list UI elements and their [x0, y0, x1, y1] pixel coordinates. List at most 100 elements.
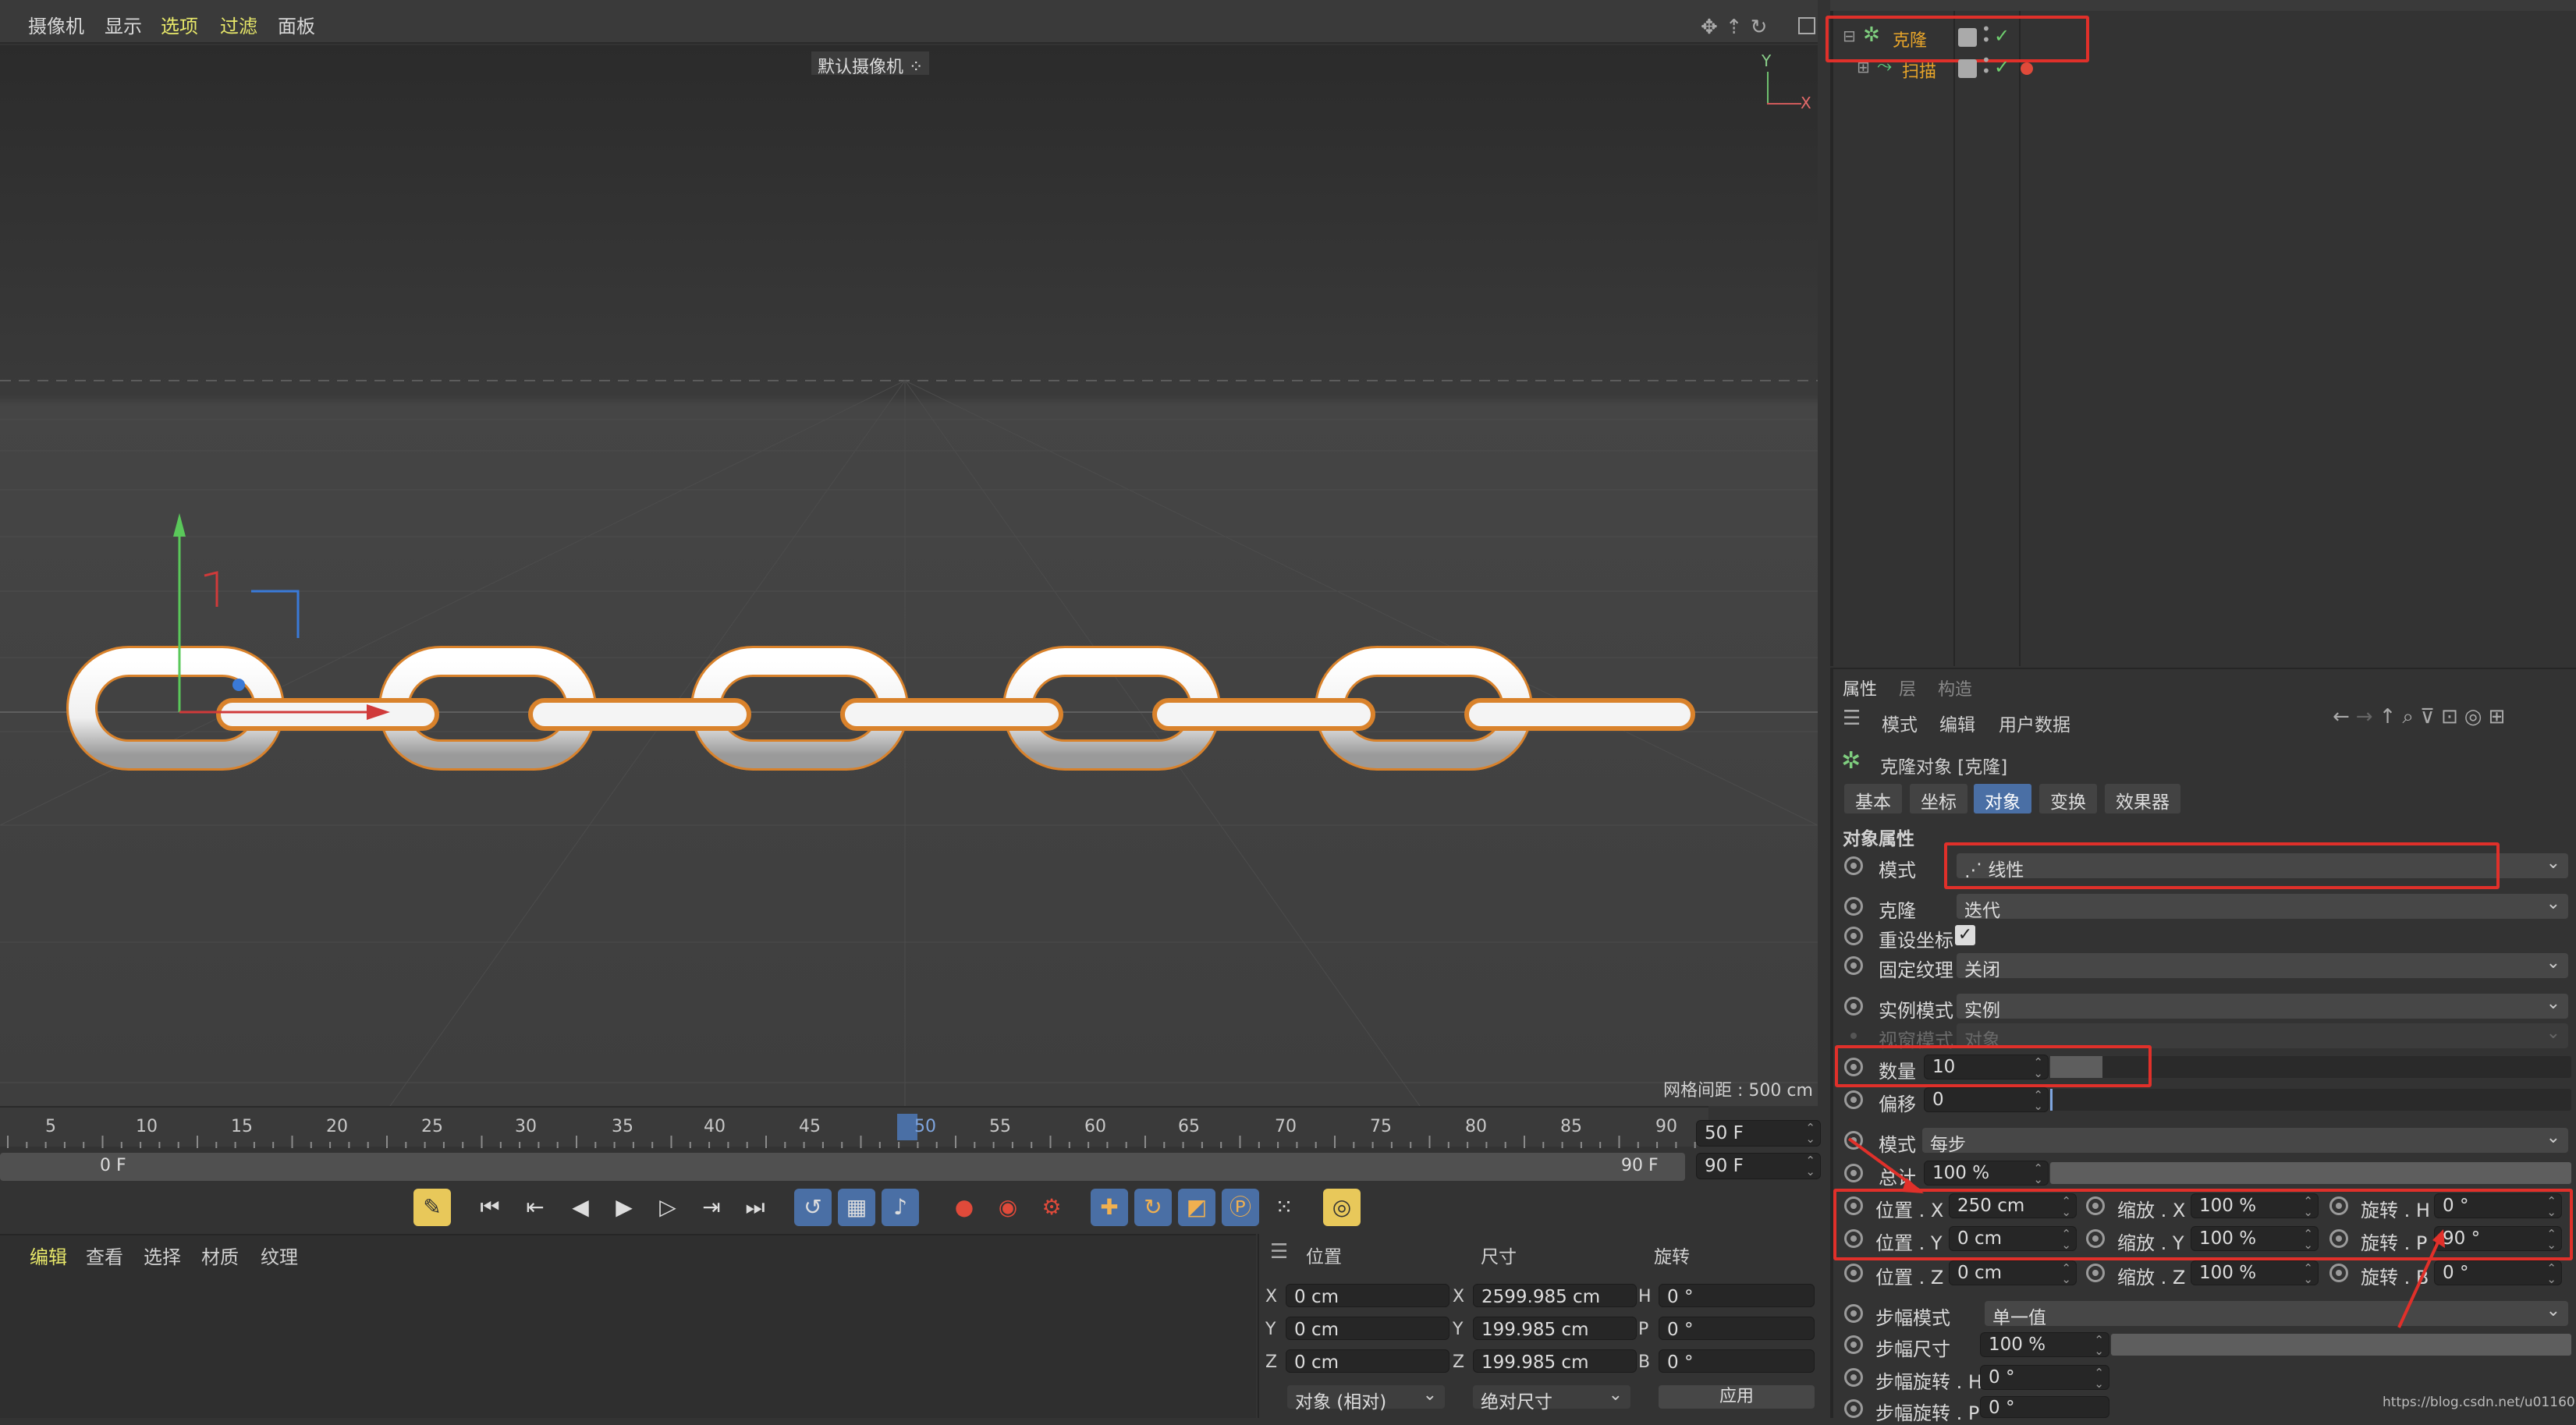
clone-anim-radio[interactable]: [1844, 897, 1863, 916]
object-name-sweep[interactable]: 扫描: [1902, 58, 1936, 83]
tab-attributes[interactable]: 属性: [1843, 675, 1877, 700]
onion-skin-icon[interactable]: ◎: [1323, 1189, 1361, 1226]
viewport-3d[interactable]: 默认摄像机 ⁘ Y X 网格间距: 500 cm: [0, 45, 1818, 1106]
coord-size-dropdown[interactable]: 绝对尺寸 ⌄: [1473, 1385, 1630, 1413]
clone-dropdown[interactable]: 迭代 ⌄: [1957, 894, 2568, 921]
prev-frame-icon[interactable]: ◀: [562, 1189, 599, 1226]
target-icon[interactable]: ◎: [2464, 705, 2489, 728]
prev-key-icon[interactable]: ⇤: [516, 1189, 554, 1226]
attr-nav-icons[interactable]: ←→↑⌕⊽⊡◎⊞: [2333, 705, 2574, 732]
coord-rot-p[interactable]: 0 °: [1659, 1317, 1815, 1340]
auto-key-icon[interactable]: ◉: [989, 1189, 1027, 1226]
reset-coord-checkbox[interactable]: ✓: [1955, 925, 1975, 945]
tab-basic[interactable]: 基本: [1844, 784, 1902, 814]
attr-menu-edit[interactable]: 编辑: [1939, 710, 1975, 736]
reset-coord-label: 重设坐标: [1879, 930, 1953, 952]
mat-menu-view[interactable]: 查看: [86, 1242, 123, 1269]
coord-rot-b[interactable]: 0 °: [1659, 1349, 1815, 1373]
offset-anim-radio[interactable]: [1844, 1090, 1863, 1109]
film-icon[interactable]: ▦: [838, 1189, 875, 1226]
attr-menu-icon[interactable]: ☰: [1843, 707, 1861, 730]
menu-options[interactable]: 选项: [161, 11, 198, 38]
step-rot-p-anim-radio[interactable]: [1844, 1399, 1863, 1418]
coord-size-z[interactable]: 199.985 cm: [1473, 1349, 1637, 1373]
key-settings-icon[interactable]: ⚙: [1033, 1189, 1070, 1226]
rot-b-field[interactable]: 0 ° ⌃ ⌄: [2434, 1260, 2562, 1285]
tab-transform[interactable]: 变换: [2039, 784, 2097, 814]
current-frame-field[interactable]: 50 F ⌃ ⌄: [1696, 1120, 1821, 1147]
apply-button[interactable]: 应用: [1659, 1385, 1815, 1409]
reset-coord-anim-radio[interactable]: [1844, 927, 1863, 945]
tree-expand-icon[interactable]: ⊞: [1857, 58, 1870, 76]
next-frame-icon[interactable]: ▷: [649, 1189, 687, 1226]
coord-pos-y[interactable]: 0 cm: [1286, 1317, 1449, 1340]
menu-camera[interactable]: 摄像机: [28, 11, 84, 38]
keyframe-record-icon[interactable]: ✎: [413, 1189, 451, 1226]
record-key-icon[interactable]: ●: [946, 1189, 983, 1226]
mat-menu-edit[interactable]: 编辑: [30, 1242, 67, 1269]
chevron-down-icon: ⌄: [2546, 953, 2560, 973]
menu-panel[interactable]: 面板: [278, 11, 315, 38]
rotate-key-icon[interactable]: ↻: [1134, 1189, 1172, 1226]
frame-range-bar[interactable]: 0 F 90 F: [0, 1153, 1685, 1181]
tab-layers[interactable]: 层: [1899, 675, 1916, 700]
coord-menu-icon[interactable]: ☰: [1270, 1240, 1288, 1264]
fix-texture-anim-radio[interactable]: [1844, 956, 1863, 975]
object-row-sweep[interactable]: ⊞ ⤳ 扫描 • • ✓: [1857, 52, 2091, 83]
move-key-icon[interactable]: ✚: [1091, 1189, 1128, 1226]
coord-pos-x[interactable]: 0 cm: [1286, 1284, 1449, 1307]
loop-icon[interactable]: ↺: [794, 1189, 832, 1226]
attr-menu-mode[interactable]: 模式: [1882, 710, 1918, 736]
search-icon[interactable]: ⌕: [2402, 705, 2420, 728]
coord-size-y[interactable]: 199.985 cm: [1473, 1317, 1637, 1340]
goto-start-icon[interactable]: ⏮: [471, 1189, 509, 1226]
timeline-ruler[interactable]: [0, 1106, 1708, 1148]
edit-tag-icon[interactable]: [1958, 59, 1977, 78]
sound-icon[interactable]: ♪: [882, 1189, 919, 1226]
back-arrow-icon[interactable]: ←: [2333, 705, 2356, 728]
coord-mode-dropdown[interactable]: 对象 (相对) ⌄: [1287, 1385, 1445, 1413]
goto-end-icon[interactable]: ⏭: [736, 1189, 774, 1226]
step-rot-p-field[interactable]: 0 °: [1980, 1396, 2109, 1418]
mat-menu-select[interactable]: 选择: [144, 1242, 181, 1269]
step-rot-h-field[interactable]: 0 ° ⌃ ⌄: [1980, 1365, 2109, 1390]
rot-h-field[interactable]: 0 ° ⌃ ⌄: [2434, 1193, 2562, 1218]
tab-object[interactable]: 对象: [1974, 784, 2031, 814]
viewport-nav-icons[interactable]: ✥⇡↻: [1701, 16, 1802, 39]
forward-arrow-icon[interactable]: →: [2356, 705, 2379, 728]
filter-icon[interactable]: ⊽: [2420, 705, 2441, 728]
end-frame-field[interactable]: 90 F ⌃ ⌄: [1696, 1153, 1821, 1179]
chain-object[interactable]: [0, 45, 1818, 1106]
tab-structure[interactable]: 构造: [1938, 675, 1972, 700]
offset-slider[interactable]: [2050, 1089, 2571, 1111]
step-rot-h-anim-radio[interactable]: [1844, 1368, 1863, 1387]
viewport-maximize-icon[interactable]: [1798, 17, 1815, 34]
point-key-icon[interactable]: ⁙: [1265, 1189, 1303, 1226]
tab-coord[interactable]: 坐标: [1910, 784, 1967, 814]
mat-menu-material[interactable]: 材质: [201, 1242, 239, 1269]
up-arrow-icon[interactable]: ↑: [2379, 705, 2403, 728]
next-key-icon[interactable]: ⇥: [693, 1189, 730, 1226]
scale-key-icon[interactable]: ◩: [1178, 1189, 1215, 1226]
menu-filter[interactable]: 过滤: [220, 11, 257, 38]
play-icon[interactable]: ▶: [605, 1189, 643, 1226]
coord-rot-h[interactable]: 0 °: [1659, 1284, 1815, 1307]
tab-effectors[interactable]: 效果器: [2105, 784, 2180, 814]
attr-menu-userdata[interactable]: 用户数据: [1999, 710, 2070, 736]
coord-pos-z[interactable]: 0 cm: [1286, 1349, 1449, 1373]
material-tag-icon[interactable]: [2021, 62, 2033, 75]
offset-field[interactable]: 0 ⌃ ⌄: [1924, 1087, 2049, 1112]
menu-display[interactable]: 显示: [105, 11, 142, 38]
instance-mode-anim-radio[interactable]: [1844, 997, 1863, 1016]
mode-anim-radio[interactable]: [1844, 856, 1863, 875]
lock-icon[interactable]: ⊡: [2441, 705, 2464, 728]
new-panel-icon[interactable]: ⊞: [2488, 705, 2511, 728]
param-key-icon[interactable]: Ⓟ: [1222, 1189, 1259, 1226]
rot-p-field[interactable]: 90 ° ⌃ ⌄: [2434, 1226, 2562, 1251]
instance-mode-dropdown[interactable]: 实例 ⌄: [1957, 994, 2568, 1021]
enabled-check-icon[interactable]: ✓: [1994, 56, 2010, 78]
visibility-dots-icon[interactable]: • •: [1982, 52, 1991, 79]
coord-size-x[interactable]: 2599.985 cm: [1473, 1284, 1637, 1307]
fix-texture-dropdown[interactable]: 关闭 ⌄: [1957, 953, 2568, 980]
mat-menu-texture[interactable]: 纹理: [261, 1242, 298, 1269]
